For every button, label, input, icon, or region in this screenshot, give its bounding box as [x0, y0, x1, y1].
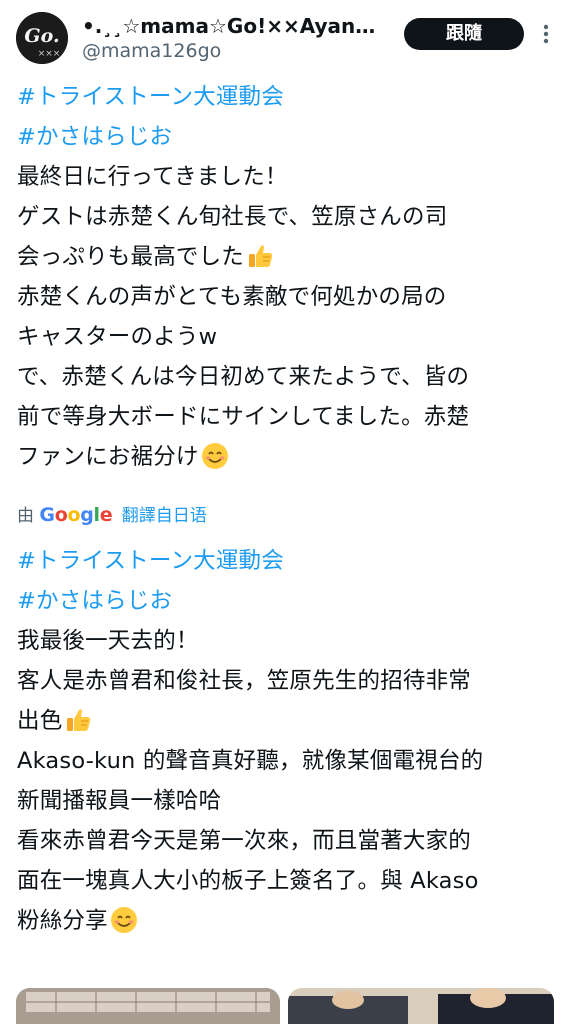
- translated-line: 新聞播報員一樣哈哈: [17, 788, 222, 814]
- follow-button[interactable]: 跟隨: [404, 18, 524, 50]
- tweet-line: 会っぷりも最高でした: [17, 237, 557, 277]
- tweet-line: キャスターのようw: [17, 324, 218, 350]
- avatar[interactable]: Go. ×××: [16, 12, 68, 64]
- translated-line: 面在一塊真人大小的板子上簽名了。與 Akaso: [17, 868, 479, 894]
- translated-line: 粉絲分享: [17, 901, 557, 941]
- smiling-face-emoji: [201, 442, 229, 470]
- photo-content: [16, 988, 280, 1024]
- smiling-face-emoji: [110, 906, 138, 934]
- tweet-line: ゲストは赤楚くん旬社長で、笠原さんの司: [17, 204, 448, 230]
- tweet-line: 前で等身大ボードにサインしてました。赤楚: [17, 404, 470, 430]
- translation-prefix: 由: [17, 506, 34, 526]
- author-display-name[interactable]: •.¸¸☆mama☆Go!××Ayano…: [82, 14, 382, 38]
- thumbs-up-emoji: [64, 706, 92, 734]
- author-handle[interactable]: @mama126go: [82, 40, 221, 62]
- translated-line-text: 出色: [17, 708, 63, 734]
- thumbs-up-emoji: [246, 242, 274, 270]
- tweet-text: #トライストーン大運動会 #かさはらじお 最終日に行ってきました！ ゲストは赤楚…: [17, 77, 557, 477]
- tweet-line-text: ファンにお裾分け: [17, 444, 199, 470]
- media-photo-2[interactable]: [288, 988, 554, 1024]
- translation-language-link[interactable]: 翻譯自日语: [122, 506, 207, 526]
- hashtag-link[interactable]: #かさはらじお: [17, 581, 557, 621]
- hashtag-link[interactable]: #かさはらじお: [17, 117, 557, 157]
- tweet-page: Go. ××× •.¸¸☆mama☆Go!××Ayano… @mama126go…: [0, 0, 569, 1024]
- translated-line-text: 粉絲分享: [17, 908, 108, 934]
- translated-text: #トライストーン大運動会 #かさはらじお 我最後一天去的！ 客人是赤曾君和俊社長…: [17, 541, 557, 941]
- svg-text:×××: ×××: [38, 49, 61, 59]
- translated-line: Akaso-kun 的聲音真好聽，就像某個電視台的: [17, 748, 484, 774]
- translated-line: 客人是赤曾君和俊社長，笠原先生的招待非常: [17, 668, 472, 694]
- tweet-line: 最終日に行ってきました！: [17, 164, 288, 190]
- more-vertical-icon[interactable]: [534, 22, 558, 46]
- google-logo: Google: [39, 504, 113, 526]
- tweet-line-text: 会っぷりも最高でした: [17, 244, 245, 270]
- photo-content: [288, 988, 554, 1024]
- translation-attribution: 由 Google 翻譯自日语: [17, 502, 207, 528]
- media-photo-1[interactable]: [16, 988, 280, 1024]
- translated-line: 我最後一天去的！: [17, 628, 199, 654]
- translated-line: 看來赤曾君今天是第一次來，而且當著大家的: [17, 828, 472, 854]
- tweet-line: で、赤楚くんは今日初めて来たようで、皆の: [17, 364, 470, 390]
- tweet-header: Go. ××× •.¸¸☆mama☆Go!××Ayano… @mama126go…: [0, 0, 569, 78]
- translated-line: 出色: [17, 701, 557, 741]
- tweet-line: 赤楚くんの声がとても素敵で何処かの局の: [17, 284, 447, 310]
- hashtag-link[interactable]: #トライストーン大運動会: [17, 541, 557, 581]
- avatar-image: Go. ×××: [16, 12, 68, 64]
- tweet-line: ファンにお裾分け: [17, 437, 557, 477]
- hashtag-link[interactable]: #トライストーン大運動会: [17, 77, 557, 117]
- avatar-logo-text: Go.: [24, 25, 59, 47]
